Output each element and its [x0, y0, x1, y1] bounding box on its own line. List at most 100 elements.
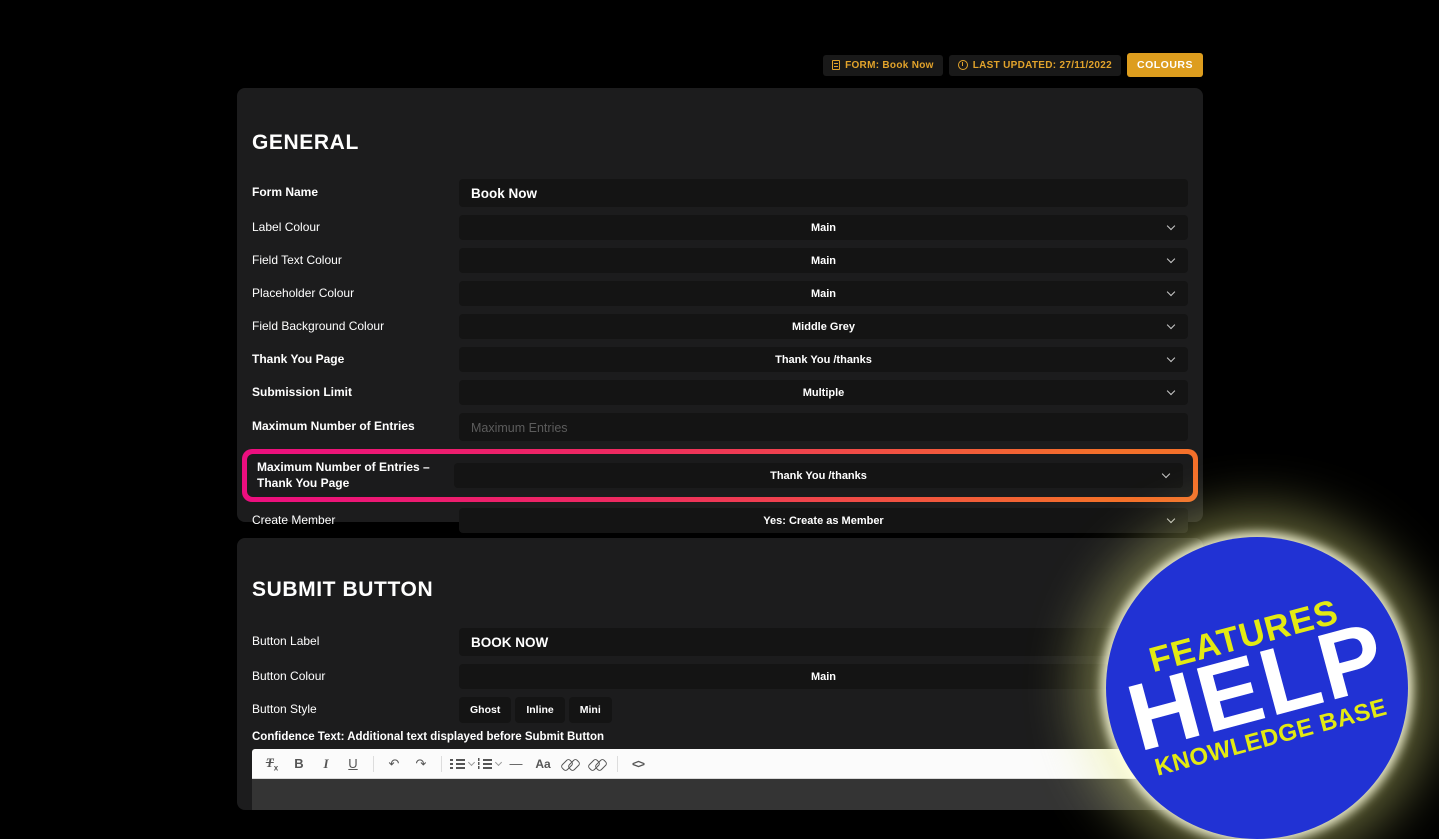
bullet-list-button[interactable]: [450, 752, 474, 776]
button-label-label: Button Label: [252, 634, 459, 650]
button-colour-select[interactable]: Main: [459, 664, 1188, 689]
button-colour-value: Main: [811, 671, 836, 683]
form-name-input[interactable]: [459, 179, 1188, 207]
chevron-down-icon: [1167, 287, 1175, 295]
undo-button[interactable]: ↶: [382, 752, 406, 776]
create-member-label: Create Member: [252, 513, 459, 529]
link-icon: [561, 758, 579, 770]
button-label-input[interactable]: [459, 628, 1188, 656]
form-badge-label: FORM: Book Now: [845, 60, 934, 71]
numbered-list-button[interactable]: [477, 752, 501, 776]
max-entries-input[interactable]: [459, 413, 1188, 441]
clear-formatting-button[interactable]: Tx: [260, 752, 284, 776]
chevron-down-icon: [1167, 514, 1175, 522]
underline-button[interactable]: U: [341, 752, 365, 776]
font-size-button[interactable]: Aa: [531, 752, 555, 776]
field-text-colour-row: Field Text Colour Main: [252, 248, 1188, 273]
submission-limit-select[interactable]: Multiple: [459, 380, 1188, 405]
max-entries-thank-you-row: Maximum Number of Entries – Thank You Pa…: [247, 454, 1193, 497]
field-background-colour-select[interactable]: Middle Grey: [459, 314, 1188, 339]
editor-content-area[interactable]: [252, 779, 1188, 810]
max-entries-thank-you-select[interactable]: Thank You /thanks: [454, 463, 1183, 488]
dropdown-caret-icon: [468, 758, 475, 765]
submission-limit-row: Submission Limit Multiple: [252, 380, 1188, 405]
button-style-inline[interactable]: Inline: [515, 697, 564, 723]
create-member-value: Yes: Create as Member: [763, 515, 883, 527]
numbered-list-icon: [477, 758, 492, 770]
button-style-group: Ghost Inline Mini: [459, 697, 612, 723]
redo-button[interactable]: ↷: [409, 752, 433, 776]
thank-you-page-select[interactable]: Thank You /thanks: [459, 347, 1188, 372]
placeholder-colour-select[interactable]: Main: [459, 281, 1188, 306]
button-style-label: Button Style: [252, 702, 459, 718]
form-name-label: Form Name: [252, 185, 459, 201]
help-badge[interactable]: FEATURES HELP KNOWLEDGE BASE: [1106, 537, 1408, 839]
last-updated-label: LAST UPDATED: 27/11/2022: [973, 60, 1112, 71]
field-background-colour-value: Middle Grey: [792, 321, 855, 333]
button-colour-row: Button Colour Main: [252, 664, 1188, 689]
unlink-button[interactable]: [585, 752, 609, 776]
bold-button[interactable]: B: [287, 752, 311, 776]
field-text-colour-select[interactable]: Main: [459, 248, 1188, 273]
confidence-text-editor: Tx B I U ↶ ↷ — Aa <>: [252, 749, 1188, 810]
bullet-list-icon: [450, 758, 465, 770]
thank-you-page-value: Thank You /thanks: [775, 354, 872, 366]
toolbar-separator: [373, 756, 374, 772]
field-background-colour-row: Field Background Colour Middle Grey: [252, 314, 1188, 339]
button-label-row: Button Label: [252, 628, 1188, 656]
chevron-down-icon: [1167, 320, 1175, 328]
highlight-border: Maximum Number of Entries – Thank You Pa…: [242, 449, 1198, 502]
help-badge-text: FEATURES HELP KNOWLEDGE BASE: [1113, 583, 1401, 785]
last-updated-badge: LAST UPDATED: 27/11/2022: [949, 55, 1121, 76]
general-panel: GENERAL Form Name Label Colour Main Fiel…: [237, 88, 1203, 522]
button-style-row: Button Style Ghost Inline Mini: [252, 697, 1188, 723]
submission-limit-label: Submission Limit: [252, 385, 459, 401]
max-entries-thank-you-value: Thank You /thanks: [770, 470, 867, 482]
max-entries-label: Maximum Number of Entries: [252, 419, 459, 435]
label-colour-row: Label Colour Main: [252, 215, 1188, 240]
form-name-row: Form Name: [252, 179, 1188, 207]
chevron-down-icon: [1167, 386, 1175, 394]
general-title: GENERAL: [252, 131, 1188, 155]
label-colour-label: Label Colour: [252, 220, 459, 236]
field-text-colour-label: Field Text Colour: [252, 253, 459, 269]
placeholder-colour-row: Placeholder Colour Main: [252, 281, 1188, 306]
clear-formatting-icon: Tx: [266, 755, 278, 773]
unlink-icon: [588, 758, 606, 770]
button-style-ghost[interactable]: Ghost: [459, 697, 511, 723]
confidence-text-label: Confidence Text: Additional text display…: [252, 731, 1188, 743]
field-text-colour-value: Main: [811, 255, 836, 267]
chevron-down-icon: [1167, 254, 1175, 262]
form-badge: FORM: Book Now: [823, 55, 943, 76]
submit-button-title: SUBMIT BUTTON: [252, 578, 1188, 602]
submit-button-panel: SUBMIT BUTTON Button Label Button Colour…: [237, 538, 1203, 810]
submission-limit-value: Multiple: [803, 387, 845, 399]
label-colour-value: Main: [811, 222, 836, 234]
chevron-down-icon: [1167, 221, 1175, 229]
toolbar-separator: [617, 756, 618, 772]
toolbar-separator: [441, 756, 442, 772]
clock-icon: [958, 60, 968, 70]
max-entries-thank-you-label: Maximum Number of Entries – Thank You Pa…: [257, 460, 454, 491]
editor-toolbar: Tx B I U ↶ ↷ — Aa <>: [252, 749, 1188, 779]
button-colour-label: Button Colour: [252, 669, 459, 685]
label-colour-select[interactable]: Main: [459, 215, 1188, 240]
horizontal-rule-button[interactable]: —: [504, 752, 528, 776]
link-button[interactable]: [558, 752, 582, 776]
source-code-button[interactable]: <>: [626, 752, 650, 776]
field-background-colour-label: Field Background Colour: [252, 319, 459, 335]
dropdown-caret-icon: [495, 758, 502, 765]
placeholder-colour-value: Main: [811, 288, 836, 300]
thank-you-page-row: Thank You Page Thank You /thanks: [252, 347, 1188, 372]
colours-button[interactable]: COLOURS: [1127, 53, 1203, 77]
create-member-select[interactable]: Yes: Create as Member: [459, 508, 1188, 533]
max-entries-row: Maximum Number of Entries: [252, 413, 1188, 441]
chevron-down-icon: [1167, 353, 1175, 361]
button-style-mini[interactable]: Mini: [569, 697, 612, 723]
document-icon: [832, 60, 840, 70]
create-member-row: Create Member Yes: Create as Member: [252, 508, 1188, 533]
page: { "header": { "form_badge": "FORM: Book …: [0, 0, 1439, 810]
thank-you-page-label: Thank You Page: [252, 352, 459, 368]
header-badges: FORM: Book Now LAST UPDATED: 27/11/2022 …: [823, 53, 1203, 77]
italic-button[interactable]: I: [314, 752, 338, 776]
